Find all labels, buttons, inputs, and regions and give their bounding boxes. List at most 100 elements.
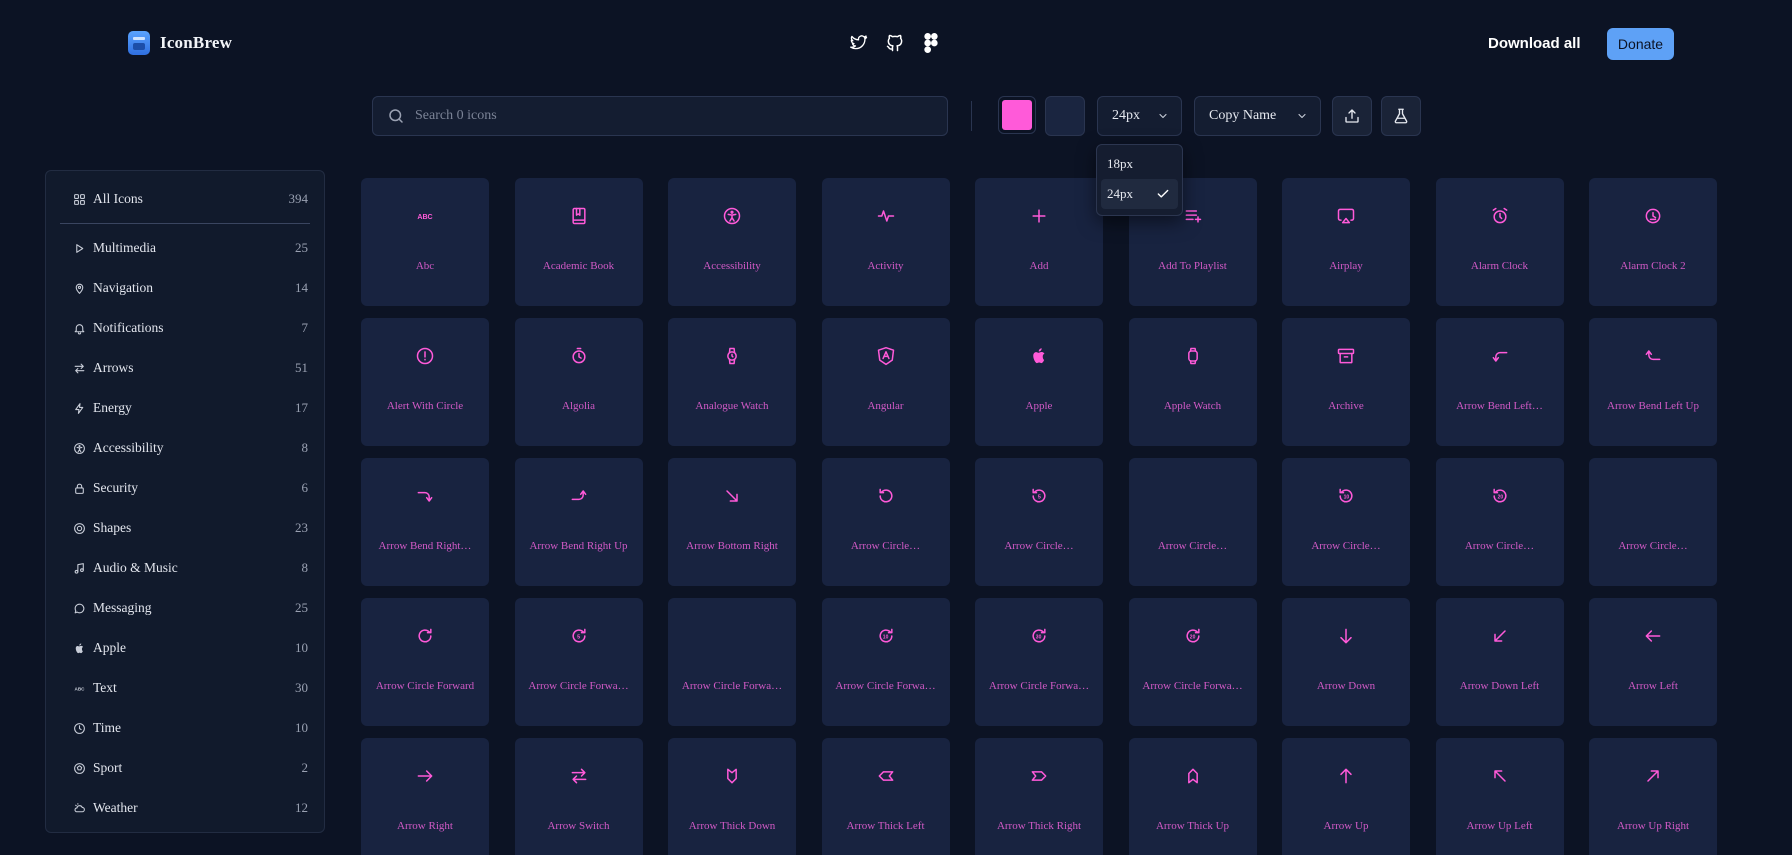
sidebar-item-notifications[interactable]: Notifications 7 bbox=[58, 308, 312, 348]
size-option-18[interactable]: 18px bbox=[1101, 149, 1178, 179]
sidebar-item-count: 51 bbox=[295, 360, 308, 375]
sidebar-item-count: 30 bbox=[295, 680, 308, 695]
icon-card[interactable]: Arrow Circle Forwa… bbox=[668, 598, 796, 726]
icon-card-name: Arrow Left bbox=[1628, 680, 1678, 692]
icon-card[interactable]: 10 Arrow Circle Forwa… bbox=[821, 598, 950, 726]
icon-card[interactable]: Activity bbox=[821, 178, 950, 306]
icon-card[interactable]: Arrow Circle Forward bbox=[361, 598, 489, 726]
icon-card[interactable]: 5 Arrow Circle… bbox=[975, 458, 1103, 586]
twitter-icon[interactable] bbox=[848, 32, 870, 54]
icon-card[interactable]: 10 Arrow Circle… bbox=[1282, 458, 1410, 586]
icon-card[interactable]: Angular bbox=[821, 318, 950, 446]
sidebar-item-label: Accessibility bbox=[93, 440, 164, 455]
icon-card[interactable]: Apple Watch bbox=[1128, 318, 1257, 446]
sidebar-item-weather[interactable]: Weather 12 bbox=[58, 788, 312, 828]
brand[interactable]: IconBrew bbox=[128, 31, 232, 55]
sidebar-item-audio-music[interactable]: Audio & Music 8 bbox=[58, 548, 312, 588]
icon-card[interactable]: Arrow Left bbox=[1589, 598, 1717, 726]
sidebar-item-count: 10 bbox=[295, 720, 308, 735]
icon-card[interactable]: Arrow Up bbox=[1282, 738, 1410, 855]
icon-card-name: Arrow Circle Forwa… bbox=[835, 680, 936, 692]
icon-card[interactable]: 30 Arrow Circle Forwa… bbox=[975, 598, 1103, 726]
download-all-button[interactable]: Download all bbox=[1488, 35, 1581, 52]
icon-card-name: Abc bbox=[415, 260, 435, 272]
sidebar-item-count: 7 bbox=[301, 320, 309, 335]
icon-card[interactable]: Arrow Thick Right bbox=[975, 738, 1103, 855]
flask-icon bbox=[1392, 107, 1410, 125]
icon-card[interactable]: 20 Arrow Circle Forwa… bbox=[1128, 598, 1257, 726]
size-option-24[interactable]: 24px bbox=[1101, 179, 1178, 209]
svg-text:10: 10 bbox=[1344, 494, 1350, 500]
icon-card-name: Angular bbox=[867, 400, 904, 412]
sidebar-item-count: 8 bbox=[301, 440, 309, 455]
icon-card[interactable]: Academic Book bbox=[514, 178, 643, 306]
sidebar-item-count: 23 bbox=[295, 520, 308, 535]
icon-card[interactable]: Arrow Thick Down bbox=[668, 738, 796, 855]
icon-card[interactable]: Arrow Right bbox=[361, 738, 489, 855]
icon-card[interactable]: Arrow Down Left bbox=[1435, 598, 1564, 726]
icon-card[interactable]: Arrow Thick Up bbox=[1128, 738, 1257, 855]
icon-card[interactable]: Accessibility bbox=[668, 178, 796, 306]
apple-icon bbox=[72, 641, 86, 655]
arrow-thick-up-icon bbox=[1181, 764, 1205, 788]
upload-icon bbox=[1343, 107, 1361, 125]
icon-card[interactable]: Arrow Down bbox=[1282, 598, 1410, 726]
sidebar-item-multimedia[interactable]: Multimedia 25 bbox=[58, 228, 312, 268]
icon-card-name: Arrow Down Left bbox=[1459, 680, 1540, 692]
size-select[interactable]: 24px bbox=[1097, 96, 1182, 136]
arrow-bottom-right-icon bbox=[720, 484, 744, 508]
icon-card[interactable]: Arrow Circle… bbox=[1128, 458, 1257, 586]
donate-button[interactable]: Donate bbox=[1607, 28, 1674, 60]
sidebar-item-apple[interactable]: Apple 10 bbox=[58, 628, 312, 668]
icon-card[interactable]: Arrow Bottom Right bbox=[668, 458, 796, 586]
size-option-label: 24px bbox=[1107, 186, 1133, 201]
sidebar-item-energy[interactable]: Energy 17 bbox=[58, 388, 312, 428]
sidebar-item-navigation[interactable]: Navigation 14 bbox=[58, 268, 312, 308]
icon-card[interactable]: Arrow Circle… bbox=[1589, 458, 1717, 586]
svg-text:ABC: ABC bbox=[74, 686, 85, 691]
sidebar-item-arrows[interactable]: Arrows 51 bbox=[58, 348, 312, 388]
icon-color-picker[interactable] bbox=[998, 96, 1036, 134]
icon-card[interactable]: Arrow Bend Right… bbox=[361, 458, 489, 586]
sidebar-item-text[interactable]: ABC Text 30 bbox=[58, 668, 312, 708]
icon-card[interactable]: Alarm Clock 2 bbox=[1589, 178, 1717, 306]
sidebar-item-sport[interactable]: Sport 2 bbox=[58, 748, 312, 788]
icon-card[interactable]: Archive bbox=[1282, 318, 1410, 446]
arrow-up-icon bbox=[1334, 764, 1358, 788]
icon-card[interactable]: Add bbox=[975, 178, 1103, 306]
background-color-picker[interactable] bbox=[1045, 96, 1085, 136]
sidebar-item-shapes[interactable]: Shapes 23 bbox=[58, 508, 312, 548]
sidebar-item-security[interactable]: Security 6 bbox=[58, 468, 312, 508]
icon-card[interactable]: Arrow Up Right bbox=[1589, 738, 1717, 855]
icon-card[interactable]: Arrow Bend Left… bbox=[1435, 318, 1564, 446]
icon-card[interactable]: 5 Arrow Circle Forwa… bbox=[514, 598, 643, 726]
icon-card[interactable]: Arrow Bend Right Up bbox=[514, 458, 643, 586]
copy-mode-select[interactable]: Copy Name bbox=[1194, 96, 1321, 136]
playground-button[interactable] bbox=[1381, 96, 1421, 136]
icon-card[interactable]: Arrow Up Left bbox=[1435, 738, 1564, 855]
svg-text:10: 10 bbox=[882, 634, 888, 640]
icon-card[interactable]: ABC Abc bbox=[361, 178, 489, 306]
icon-card[interactable]: Alarm Clock bbox=[1435, 178, 1564, 306]
figma-icon[interactable] bbox=[920, 32, 942, 54]
svg-text:20: 20 bbox=[1497, 494, 1503, 500]
icon-card[interactable]: Algolia bbox=[514, 318, 643, 446]
search-bar[interactable] bbox=[372, 96, 948, 136]
sidebar-item-all-icons[interactable]: All Icons 394 bbox=[58, 179, 312, 219]
sidebar-item-label: Energy bbox=[93, 400, 132, 415]
github-icon[interactable] bbox=[884, 32, 906, 54]
upload-button[interactable] bbox=[1332, 96, 1372, 136]
sidebar-item-accessibility[interactable]: Accessibility 8 bbox=[58, 428, 312, 468]
icon-card[interactable]: Alert With Circle bbox=[361, 318, 489, 446]
icon-card[interactable]: Arrow Circle… bbox=[821, 458, 950, 586]
sidebar-item-messaging[interactable]: Messaging 25 bbox=[58, 588, 312, 628]
icon-card[interactable]: Arrow Bend Left Up bbox=[1589, 318, 1717, 446]
sidebar-item-time[interactable]: Time 10 bbox=[58, 708, 312, 748]
search-input[interactable] bbox=[415, 108, 915, 124]
icon-card[interactable]: Airplay bbox=[1282, 178, 1410, 306]
icon-card[interactable]: Arrow Thick Left bbox=[821, 738, 950, 855]
icon-card[interactable]: Apple bbox=[975, 318, 1103, 446]
icon-card[interactable]: Arrow Switch bbox=[514, 738, 643, 855]
icon-card[interactable]: Analogue Watch bbox=[668, 318, 796, 446]
icon-card[interactable]: 20 Arrow Circle… bbox=[1435, 458, 1564, 586]
